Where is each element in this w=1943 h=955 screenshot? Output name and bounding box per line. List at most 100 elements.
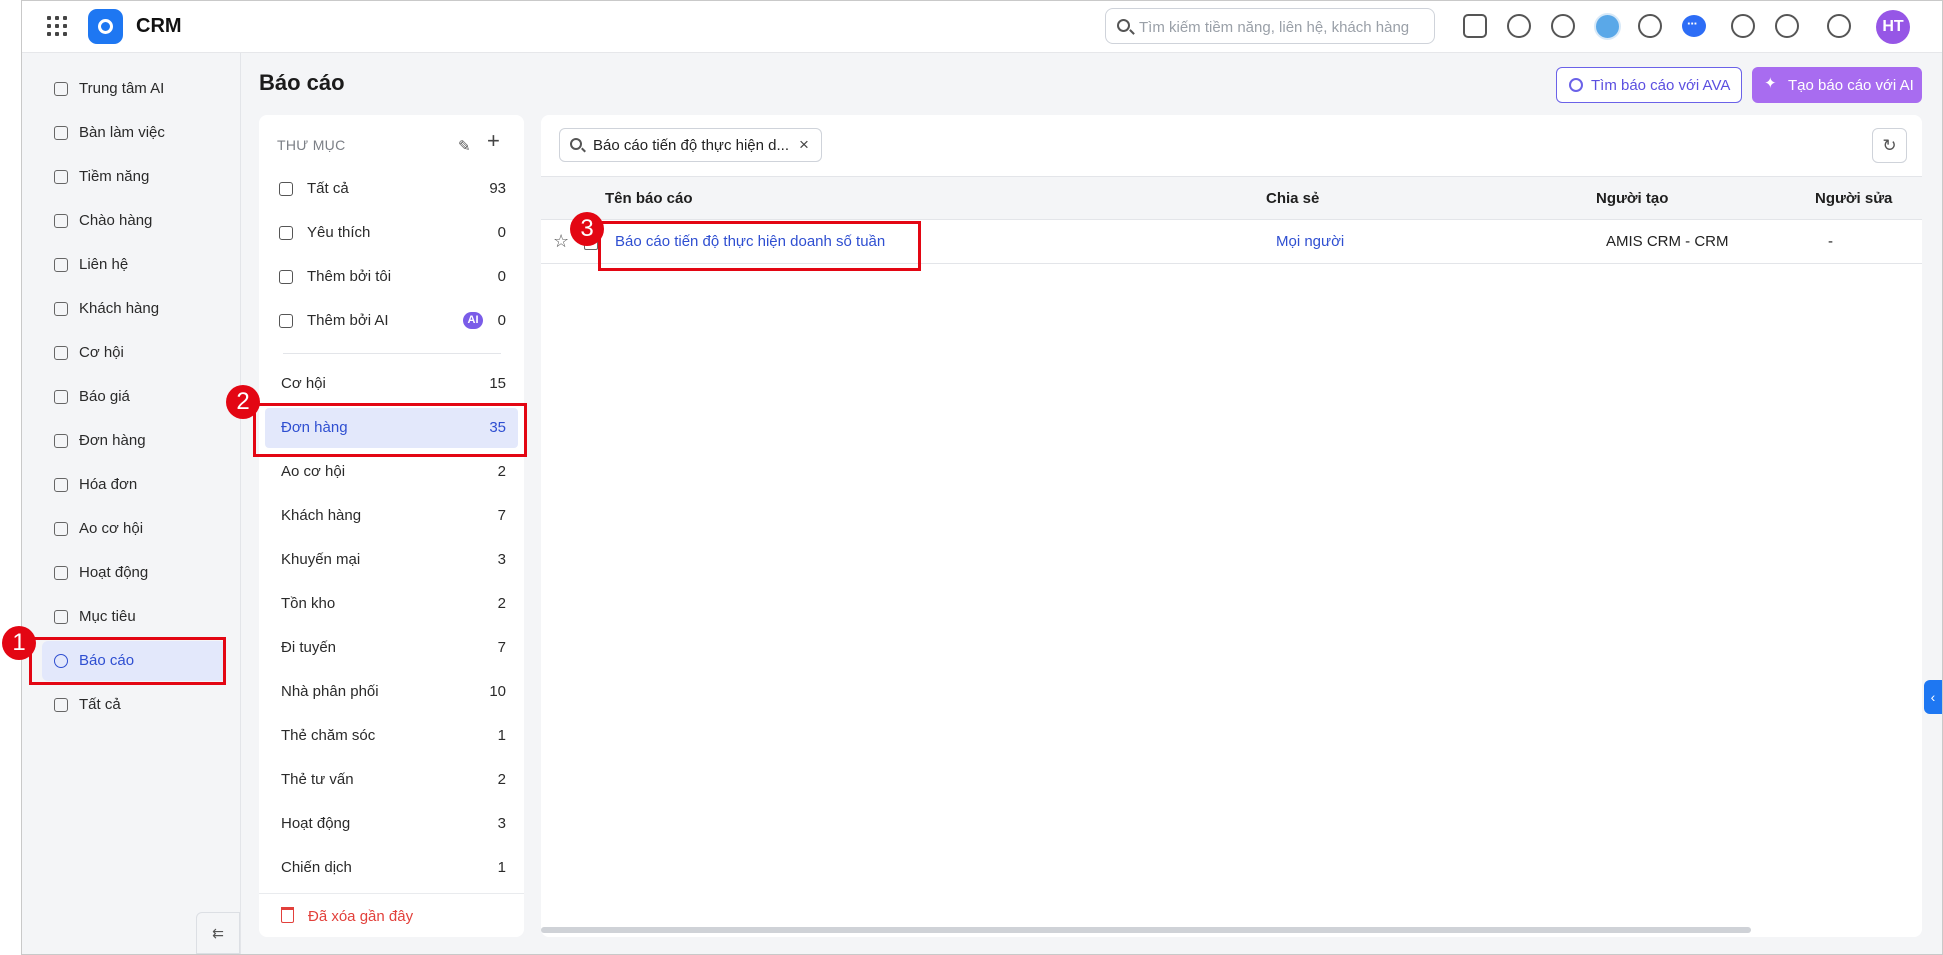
button-label: Tìm báo cáo với AVA	[1591, 76, 1731, 94]
sidebar-item-opportunities[interactable]: Cơ hội	[42, 333, 226, 373]
folder-item[interactable]: Khách hàng 7	[265, 496, 518, 536]
folder-label: Khuyến mại	[281, 551, 361, 568]
chat-icon[interactable]	[1682, 15, 1706, 37]
sidebar-item-label: Hoạt động	[79, 564, 149, 581]
folder-item[interactable]: Thẻ tư vấn 2	[265, 760, 518, 800]
highlight-box-report	[598, 221, 921, 271]
folder-count: 10	[489, 683, 506, 700]
help-icon[interactable]	[1775, 14, 1799, 38]
folder-item[interactable]: Cơ hội 15	[265, 364, 518, 404]
table-header: Tên báo cáo Chia sẻ Người tạo Người sửa	[541, 176, 1922, 220]
folder-count: 0	[497, 312, 506, 329]
folder-label: Nhà phân phối	[281, 683, 379, 700]
recently-deleted[interactable]: Đã xóa gần đây	[259, 893, 524, 937]
folder-item[interactable]: Ao cơ hội 2	[265, 452, 518, 492]
folder-added-by-me[interactable]: Thêm bởi tôi 0	[265, 257, 518, 297]
column-header-creator[interactable]: Người tạo	[1596, 190, 1668, 207]
folder-label: Thẻ chăm sóc	[281, 727, 376, 744]
sidebar-item-activities[interactable]: Hoạt động	[42, 553, 226, 593]
column-header-editor[interactable]: Người sửa	[1815, 190, 1892, 207]
folder-item[interactable]: Đi tuyến 7	[265, 628, 518, 668]
add-user-icon[interactable]	[1638, 14, 1662, 38]
folder-label: Thêm bởi tôi	[307, 268, 392, 285]
folder-count: 7	[497, 507, 506, 524]
sidebar-item-workspace[interactable]: Bàn làm việc	[42, 113, 226, 153]
report-share[interactable]: Mọi người	[1276, 233, 1344, 250]
folder-all[interactable]: Tất cả 93	[265, 169, 518, 209]
folder-label: Yêu thích	[307, 224, 371, 241]
target-icon	[54, 610, 68, 624]
close-icon[interactable]: ×	[799, 135, 809, 155]
column-header-name[interactable]: Tên báo cáo	[605, 190, 693, 207]
user-avatar[interactable]: HT	[1876, 10, 1910, 44]
star-icon[interactable]: ☆	[553, 231, 569, 252]
sidebar-item-label: Tiềm năng	[79, 168, 150, 185]
home-icon	[54, 126, 68, 140]
button-label: Tạo báo cáo với AI	[1788, 76, 1914, 94]
folder-item[interactable]: Thẻ chăm sóc 1	[265, 716, 518, 756]
folder-label: Ao cơ hội	[281, 463, 346, 480]
sidebar-item-offers[interactable]: Chào hàng	[42, 201, 226, 241]
folder-item[interactable]: Nhà phân phối 10	[265, 672, 518, 712]
sidebar-item-goals[interactable]: Mục tiêu	[42, 597, 226, 637]
sidebar-item-opportunity-pool[interactable]: Ao cơ hội	[42, 509, 226, 549]
sidebar-item-ai-center[interactable]: Trung tâm AI	[42, 69, 226, 109]
recently-deleted-label: Đã xóa gần đây	[308, 908, 414, 925]
folder-header: THƯ MỤC	[277, 137, 346, 153]
search-report-ava-button[interactable]: Tìm báo cáo với AVA	[1556, 67, 1742, 103]
sparkle-icon: ✦	[1764, 75, 1777, 92]
folder-added-by-ai[interactable]: Thêm bởi AI AI 0	[265, 301, 518, 341]
sidebar-item-label: Trung tâm AI	[79, 80, 165, 97]
assistant-avatar[interactable]	[1594, 13, 1621, 40]
create-report-ai-button[interactable]: ✦ Tạo báo cáo với AI	[1752, 67, 1922, 103]
step-marker-1: 1	[2, 626, 36, 660]
plus-icon[interactable]: +	[487, 130, 507, 152]
sidebar-item-customers[interactable]: Khách hàng	[42, 289, 226, 329]
gear-icon[interactable]	[1507, 14, 1531, 38]
folder-count: 1	[497, 859, 506, 876]
sidebar-item-label: Hóa đơn	[79, 476, 138, 493]
more-icon[interactable]	[1827, 14, 1851, 38]
sidebar-item-contacts[interactable]: Liên hệ	[42, 245, 226, 285]
refresh-icon[interactable]: ↻	[1872, 128, 1907, 163]
grid-icon	[279, 182, 293, 196]
folder-favorites[interactable]: Yêu thích 0	[265, 213, 518, 253]
folder-item[interactable]: Khuyến mại 3	[265, 540, 518, 580]
folder-label: Thêm bởi AI	[307, 312, 389, 329]
folder-item[interactable]: Hoạt động 3	[265, 804, 518, 844]
trash-icon	[281, 907, 294, 923]
filter-chip[interactable]: Báo cáo tiến độ thực hiện d... ×	[559, 128, 822, 162]
crm-logo[interactable]	[88, 9, 123, 44]
global-search[interactable]	[1105, 8, 1435, 44]
folder-label: Tất cả	[307, 180, 349, 197]
sidebar-item-all[interactable]: Tất cả	[42, 685, 226, 725]
horizontal-scrollbar[interactable]	[541, 927, 1751, 933]
sidebar-item-orders[interactable]: Đơn hàng	[42, 421, 226, 461]
sidebar-item-quotes[interactable]: Báo giá	[42, 377, 226, 417]
folder-item[interactable]: Tồn kho 2	[265, 584, 518, 624]
folder-count: 3	[497, 551, 506, 568]
pencil-icon[interactable]: ✎	[458, 137, 474, 155]
sidebar-item-label: Đơn hàng	[79, 432, 146, 449]
sidebar-item-invoices[interactable]: Hóa đơn	[42, 465, 226, 505]
report-editor: -	[1828, 233, 1833, 250]
global-search-input[interactable]	[1139, 17, 1429, 37]
report-creator: AMIS CRM - CRM	[1606, 233, 1729, 250]
column-header-share[interactable]: Chia sẻ	[1266, 190, 1319, 207]
app-launcher-icon[interactable]	[47, 16, 67, 36]
folder-label: Hoạt động	[281, 815, 351, 832]
menu-icon	[54, 698, 68, 712]
contact-icon	[54, 258, 68, 272]
sidebar-item-label: Liên hệ	[79, 256, 129, 273]
opportunity-icon	[54, 346, 68, 360]
star-icon	[279, 226, 293, 240]
folder-item[interactable]: Chiến dịch 1	[265, 848, 518, 888]
alarm-clock-icon[interactable]	[1551, 14, 1575, 38]
sidebar-item-prospects[interactable]: Tiềm năng	[42, 157, 226, 197]
chevron-left-icon[interactable]: ‹	[1924, 680, 1942, 714]
cube-icon[interactable]	[1463, 14, 1487, 38]
sidebar-item-label: Khách hàng	[79, 300, 160, 317]
bell-icon[interactable]	[1731, 14, 1755, 38]
step-marker-3: 3	[570, 212, 604, 246]
collapse-sidebar-icon[interactable]: ⇇	[196, 912, 240, 954]
